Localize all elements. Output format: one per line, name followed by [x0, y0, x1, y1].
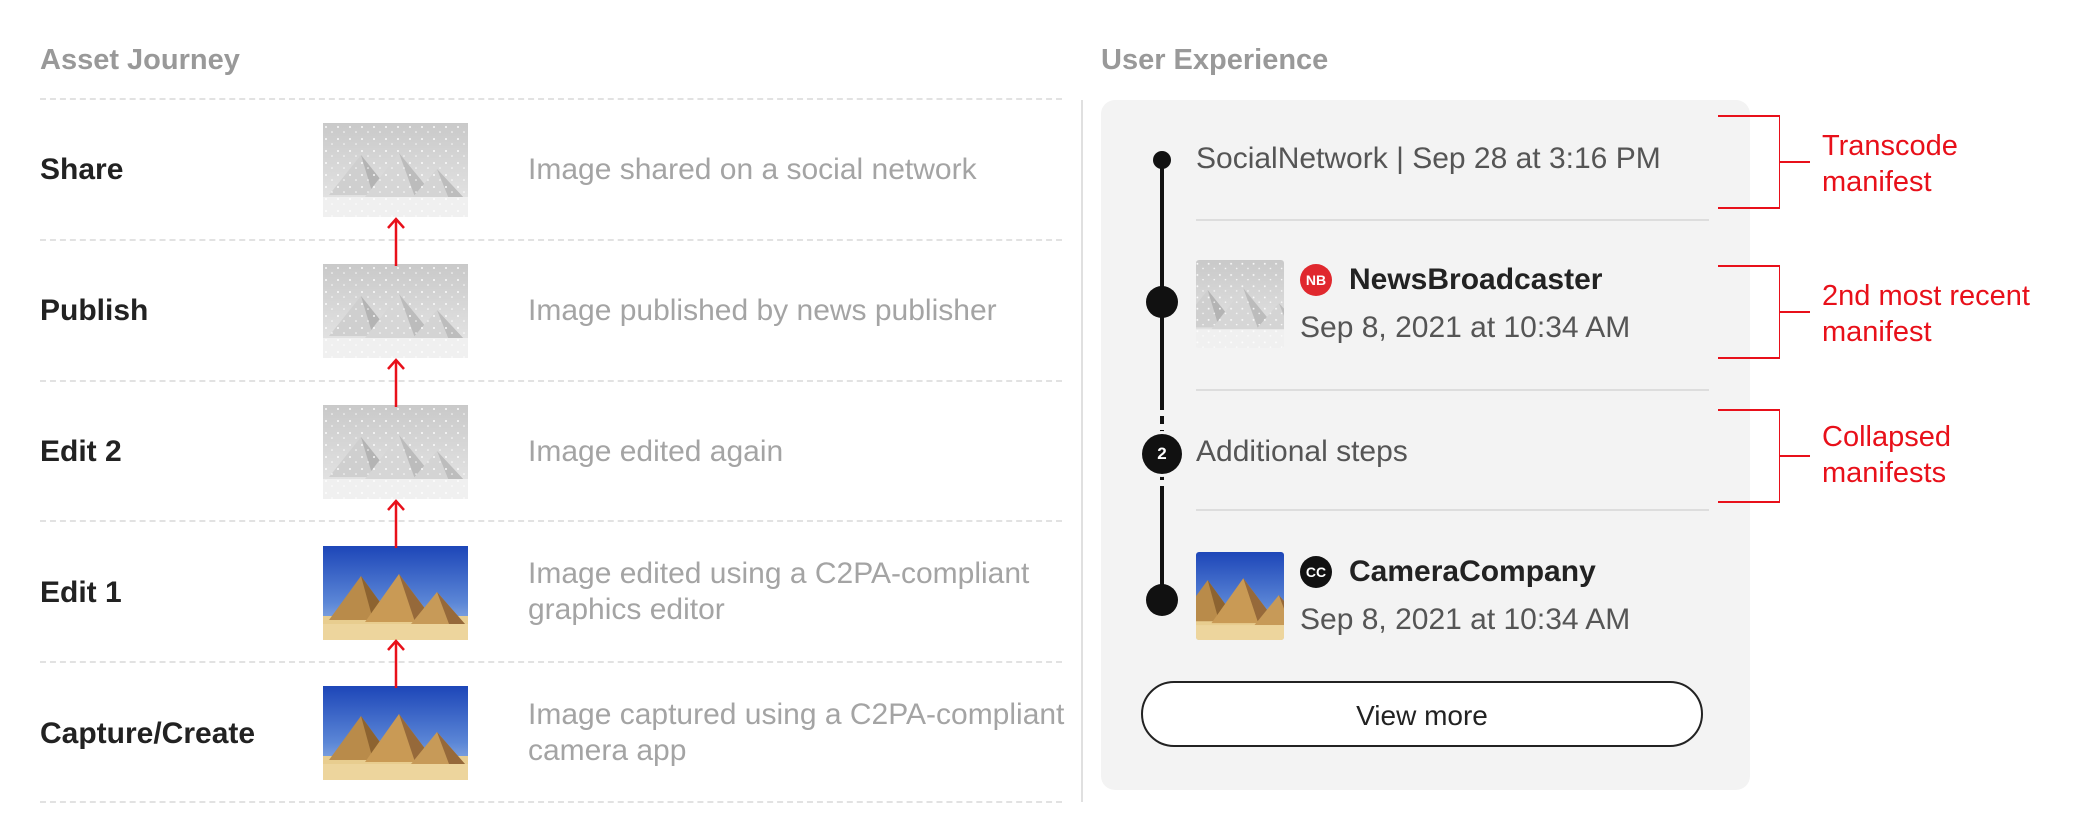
row-divider [40, 380, 1062, 382]
desert-pyramids-thumbnail [323, 686, 468, 780]
timeline-line [1160, 158, 1164, 402]
annotation-connector [1780, 161, 1810, 163]
transcode-entry-text[interactable]: SocialNetwork | Sep 28 at 3:16 PM [1196, 141, 1661, 177]
manifest-date: Sep 8, 2021 at 10:34 AM [1300, 603, 1631, 636]
user-experience-heading: User Experience [1101, 44, 1329, 76]
annotation-connector [1780, 455, 1810, 457]
snowy-pyramids-thumbnail [323, 123, 468, 217]
journey-step-label: Capture/Create [40, 717, 256, 750]
journey-step-description: Image captured using a C2PA-compliant ca… [528, 698, 1065, 767]
annotation-collapsed: Collapsed manifests [1822, 421, 1951, 489]
row-divider [40, 239, 1062, 241]
snowy-pyramids-thumbnail[interactable] [1196, 260, 1284, 348]
upward-arrow-icon [387, 499, 405, 548]
journey-step-label: Edit 2 [40, 435, 122, 468]
journey-step-label: Publish [40, 294, 149, 327]
timeline-separator [1196, 389, 1709, 391]
manifest-date: Sep 8, 2021 at 10:34 AM [1300, 311, 1631, 344]
timeline-dot [1153, 151, 1171, 169]
newsbroadcaster-logo-icon: NB [1300, 264, 1332, 296]
journey-step-label: Share [40, 153, 124, 186]
row-divider [40, 520, 1062, 522]
additional-steps-link[interactable]: Additional steps [1196, 434, 1408, 470]
manifest-signer-name[interactable]: NewsBroadcaster [1349, 262, 1602, 298]
desert-pyramids-thumbnail[interactable] [1196, 552, 1284, 640]
journey-step-description: Image published by news publisher [528, 294, 997, 327]
annotation-bracket [1718, 409, 1780, 503]
journey-step-description: Image edited using a C2PA-compliant grap… [528, 557, 1030, 626]
annotation-second-recent: 2nd most recent manifest [1822, 280, 2030, 348]
annotation-transcode: Transcode manifest [1822, 130, 1958, 198]
desert-pyramids-thumbnail [323, 546, 468, 640]
timeline-separator [1196, 509, 1709, 511]
annotation-bracket [1718, 115, 1780, 209]
journey-step-label: Edit 1 [40, 576, 122, 609]
column-separator [1081, 100, 1083, 802]
snowy-pyramids-thumbnail [323, 264, 468, 358]
annotation-connector [1780, 311, 1810, 313]
upward-arrow-icon [387, 639, 405, 688]
view-more-button[interactable]: View more [1141, 681, 1703, 747]
manifest-signer-name[interactable]: CameraCompany [1349, 554, 1596, 590]
snowy-pyramids-thumbnail [323, 405, 468, 499]
asset-journey-heading: Asset Journey [40, 44, 240, 76]
upward-arrow-icon [387, 358, 405, 407]
timeline-separator [1196, 219, 1709, 221]
annotation-bracket [1718, 265, 1780, 359]
timeline-dot [1146, 286, 1178, 318]
row-divider [40, 661, 1062, 663]
timeline-dot [1146, 584, 1178, 616]
journey-step-description: Image shared on a social network [528, 153, 977, 186]
collapsed-count-badge[interactable]: 2 [1142, 434, 1182, 474]
row-divider [40, 801, 1062, 803]
upward-arrow-icon [387, 217, 405, 266]
journey-step-description: Image edited again [528, 435, 784, 468]
cameracompany-logo-icon: CC [1300, 556, 1332, 588]
row-divider [40, 98, 1062, 100]
